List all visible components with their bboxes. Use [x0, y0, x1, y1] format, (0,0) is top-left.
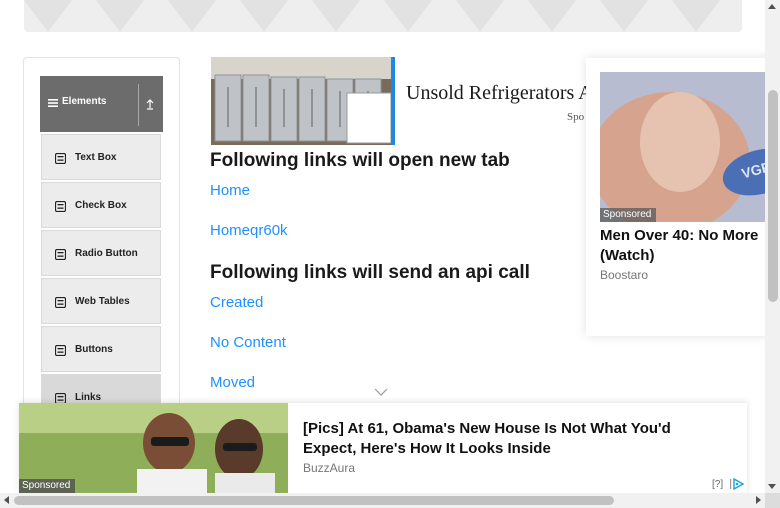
- collapse-arrow-icon[interactable]: [144, 98, 156, 110]
- ad-right-card[interactable]: VGR Sponsored Men Over 40: No More (Watc…: [586, 58, 780, 336]
- form-icon: [55, 153, 66, 164]
- adchoices-icon[interactable]: [730, 478, 744, 490]
- link-moved[interactable]: Moved: [210, 374, 255, 391]
- scroll-down-arrow-icon[interactable]: [768, 484, 776, 489]
- link-created[interactable]: Created: [210, 294, 263, 311]
- sidebar-item-label: Buttons: [75, 344, 113, 355]
- sidebar-item-radio-button[interactable]: Radio Button: [41, 230, 161, 276]
- link-home[interactable]: Home: [210, 182, 250, 199]
- form-icon: [55, 297, 66, 308]
- sidebar-item-label: Links: [75, 392, 102, 403]
- menu-icon: [48, 99, 58, 107]
- ad-help-link[interactable]: [?]: [712, 479, 723, 490]
- horizontal-scroll-thumb[interactable]: [14, 496, 614, 505]
- sidebar-item-web-tables[interactable]: Web Tables: [41, 278, 161, 324]
- scroll-left-arrow-icon[interactable]: [4, 496, 9, 504]
- sidebar-item-label: Web Tables: [75, 296, 130, 307]
- ad-fridge-image[interactable]: [211, 57, 395, 145]
- chevron-down-icon[interactable]: [374, 387, 388, 397]
- scrollbar-corner: [765, 493, 780, 508]
- ad-fridge-sponsor: Spo: [567, 111, 585, 123]
- ad-right-title[interactable]: Men Over 40: No More (Watch): [600, 226, 780, 266]
- sidebar-item-label: Check Box: [75, 200, 127, 211]
- sidebar-item-check-box[interactable]: Check Box: [41, 182, 161, 228]
- sidebar-item-label: Radio Button: [75, 248, 138, 259]
- sidebar-item-label: Text Box: [75, 152, 117, 163]
- banner-pattern: [24, 0, 742, 32]
- sponsored-badge: Sponsored: [600, 208, 656, 222]
- ad-bottom-banner[interactable]: Sponsored [Pics] At 61, Obama's New Hous…: [19, 403, 747, 493]
- ad-photo: VGR: [600, 72, 780, 222]
- sidebar-group-label: Elements: [62, 96, 107, 107]
- sidebar: Elements Text Box Check Box Radio Button: [23, 57, 180, 437]
- header-divider: [138, 84, 139, 126]
- vertical-scroll-thumb[interactable]: [768, 90, 778, 302]
- sidebar-item-text-box[interactable]: Text Box: [41, 134, 161, 180]
- ad-right-source: Boostaro: [600, 268, 649, 282]
- ad-fridge-title[interactable]: Unsold Refrigerators A: [406, 82, 593, 105]
- new-tab-heading: Following links will open new tab: [210, 150, 510, 171]
- sponsored-badge: Sponsored: [19, 479, 75, 493]
- link-home-dynamic[interactable]: Homeqr60k: [210, 222, 288, 239]
- vertical-scrollbar[interactable]: [765, 0, 780, 493]
- refrigerators-photo: [211, 57, 391, 145]
- scroll-right-arrow-icon[interactable]: [756, 496, 761, 504]
- form-icon: [55, 201, 66, 212]
- api-call-heading: Following links will send an api call: [210, 262, 530, 283]
- top-banner: [24, 0, 742, 32]
- scroll-up-arrow-icon[interactable]: [768, 4, 776, 9]
- form-icon: [55, 345, 66, 356]
- ad-right-image[interactable]: VGR: [600, 72, 780, 222]
- horizontal-scrollbar[interactable]: [0, 493, 765, 508]
- ad-bottom-title[interactable]: [Pics] At 61, Obama's New House Is Not W…: [303, 419, 723, 459]
- ad-bottom-source: BuzzAura: [303, 461, 356, 475]
- link-no-content[interactable]: No Content: [210, 334, 286, 351]
- sidebar-group-elements[interactable]: Elements: [40, 76, 163, 132]
- form-icon: [55, 249, 66, 260]
- sidebar-item-buttons[interactable]: Buttons: [41, 326, 161, 372]
